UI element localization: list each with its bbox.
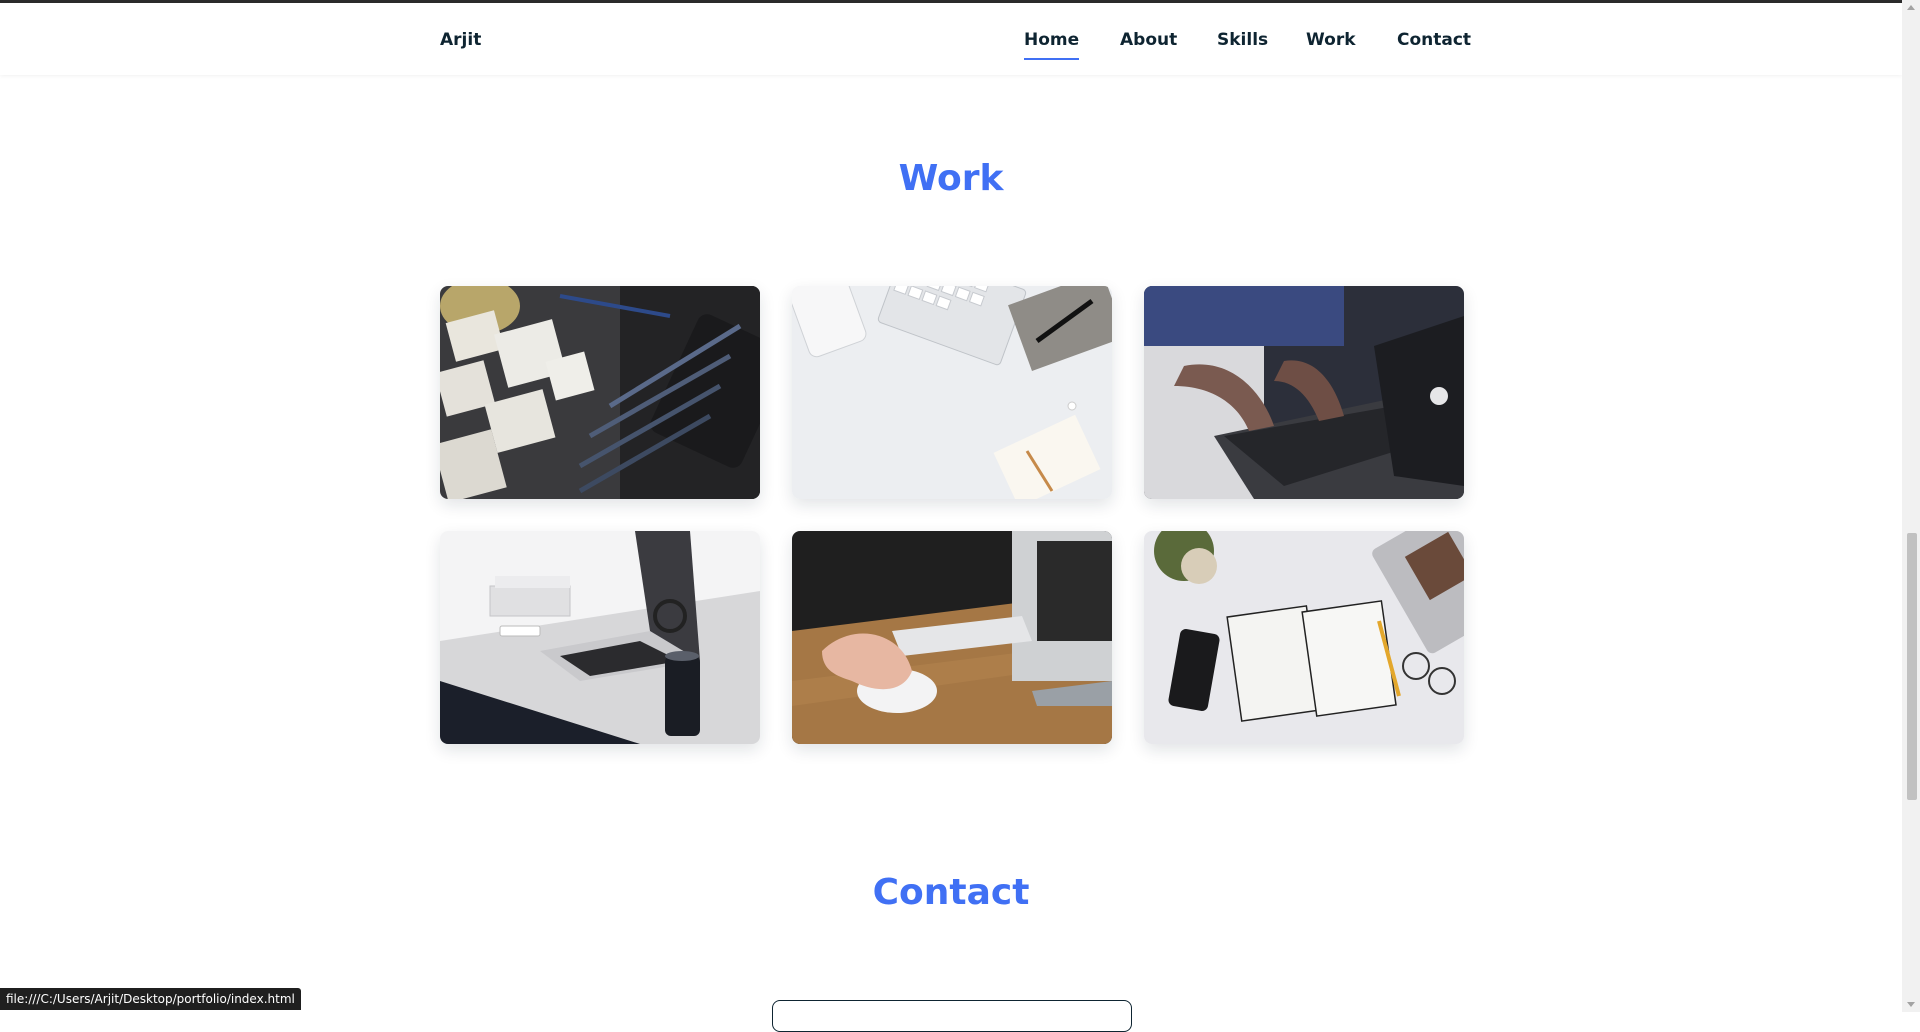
scroll-thumb[interactable] (1907, 533, 1917, 800)
scroll-up-arrow-icon[interactable] (1907, 5, 1915, 10)
hand-on-mouse-photo (792, 531, 1112, 744)
nav-contact[interactable]: Contact (1397, 30, 1471, 50)
nav-home[interactable]: Home (1024, 30, 1080, 60)
nav-about[interactable]: About (1120, 30, 1177, 50)
sketches-pencils-tablet-photo (440, 286, 760, 499)
typing-on-laptop-photo (1144, 286, 1464, 499)
page-scrollbar[interactable] (1902, 0, 1920, 1012)
work-section-title: Work (898, 158, 1004, 199)
work-image-5[interactable] (792, 531, 1112, 744)
site-header: Arjit Home About Skills Work Contact (0, 3, 1902, 75)
work-image-3[interactable] (1144, 286, 1464, 499)
main-nav: Home About Skills Work Contact (0, 30, 1902, 66)
work-image-6[interactable] (1144, 531, 1464, 744)
work-image-4[interactable] (440, 531, 760, 744)
notebook-glasses-phone-photo (1144, 531, 1464, 744)
nav-work[interactable]: Work (1306, 30, 1356, 50)
keyboard-phone-notebook-photo (792, 286, 1112, 499)
work-image-2[interactable] (792, 286, 1112, 499)
contact-form-field[interactable] (772, 1000, 1132, 1032)
scroll-down-arrow-icon[interactable] (1907, 1002, 1915, 1007)
laptop-on-desk-photo (440, 531, 760, 744)
nav-skills[interactable]: Skills (1217, 30, 1268, 50)
browser-status-bar: file:///C:/Users/Arjit/Desktop/portfolio… (0, 988, 301, 1010)
contact-section-title: Contact (872, 872, 1030, 913)
work-image-1[interactable] (440, 286, 760, 499)
